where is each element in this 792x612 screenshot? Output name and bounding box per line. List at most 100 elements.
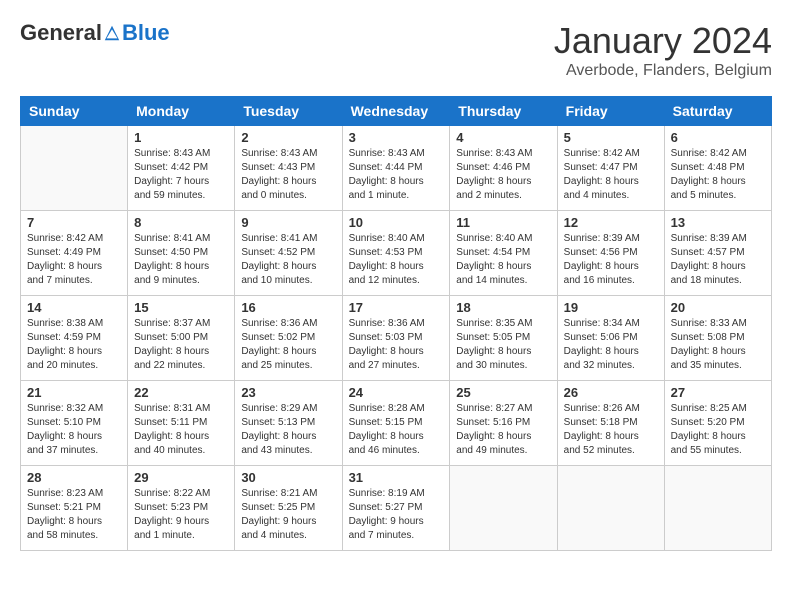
- calendar-cell: 3 Sunrise: 8:43 AM Sunset: 4:44 PM Daylig…: [342, 126, 450, 211]
- calendar-cell: [450, 466, 557, 551]
- day-number: 10: [349, 215, 444, 230]
- calendar-cell: 11 Sunrise: 8:40 AM Sunset: 4:54 PM Dayli…: [450, 211, 557, 296]
- logo-blue: Blue: [122, 20, 170, 46]
- day-info: Sunrise: 8:26 AM Sunset: 5:18 PM Dayligh…: [564, 402, 658, 458]
- week-row-1: 1Sunrise: 8:43 AM Sunset: 4:42 PM Daylig…: [21, 126, 772, 211]
- day-info: Sunrise: 8:34 AM Sunset: 5:06 PM Dayligh…: [564, 317, 658, 373]
- day-number: 6: [671, 130, 765, 145]
- day-info: Sunrise: 8:42 AM Sunset: 4:47 PM Dayligh…: [564, 147, 658, 203]
- calendar-cell: 5Sunrise: 8:42 AM Sunset: 4:47 PM Daylig…: [557, 126, 664, 211]
- day-number: 26: [564, 385, 658, 400]
- weekday-header-tuesday: Tuesday: [235, 97, 342, 126]
- calendar-cell: 2 Sunrise: 8:43 AM Sunset: 4:43 PM Daylig…: [235, 126, 342, 211]
- day-number: 27: [671, 385, 765, 400]
- day-info: Sunrise: 8:39 AM Sunset: 4:57 PM Dayligh…: [671, 232, 765, 288]
- day-number: 13: [671, 215, 765, 230]
- calendar-cell: 19 Sunrise: 8:34 AM Sunset: 5:06 PM Dayli…: [557, 296, 664, 381]
- day-number: 4: [456, 130, 550, 145]
- weekday-header-friday: Friday: [557, 97, 664, 126]
- day-info: Sunrise: 8:21 AM Sunset: 5:25 PM Dayligh…: [241, 487, 335, 543]
- day-number: 7: [27, 215, 121, 230]
- day-number: 21: [27, 385, 121, 400]
- calendar-cell: 28 Sunrise: 8:23 AM Sunset: 5:21 PM Dayli…: [21, 466, 128, 551]
- day-number: 2: [241, 130, 335, 145]
- day-number: 12: [564, 215, 658, 230]
- calendar-cell: [21, 126, 128, 211]
- weekday-header-sunday: Sunday: [21, 97, 128, 126]
- week-row-3: 14Sunrise: 8:38 AM Sunset: 4:59 PM Dayli…: [21, 296, 772, 381]
- day-info: Sunrise: 8:43 AM Sunset: 4:43 PM Dayligh…: [241, 147, 335, 203]
- calendar-cell: 24 Sunrise: 8:28 AM Sunset: 5:15 PM Dayli…: [342, 381, 450, 466]
- calendar-cell: 22Sunrise: 8:31 AM Sunset: 5:11 PM Dayli…: [128, 381, 235, 466]
- calendar-cell: [557, 466, 664, 551]
- calendar-cell: 27 Sunrise: 8:25 AM Sunset: 5:20 PM Dayli…: [664, 381, 771, 466]
- day-number: 25: [456, 385, 550, 400]
- week-row-4: 21 Sunrise: 8:32 AM Sunset: 5:10 PM Dayli…: [21, 381, 772, 466]
- day-number: 17: [349, 300, 444, 315]
- day-number: 11: [456, 215, 550, 230]
- calendar-cell: [664, 466, 771, 551]
- day-number: 28: [27, 470, 121, 485]
- day-info: Sunrise: 8:27 AM Sunset: 5:16 PM Dayligh…: [456, 402, 550, 458]
- day-info: Sunrise: 8:31 AM Sunset: 5:11 PM Dayligh…: [134, 402, 228, 458]
- day-number: 1: [134, 130, 228, 145]
- calendar-cell: 23 Sunrise: 8:29 AM Sunset: 5:13 PM Dayli…: [235, 381, 342, 466]
- calendar-cell: 20 Sunrise: 8:33 AM Sunset: 5:08 PM Dayli…: [664, 296, 771, 381]
- calendar-cell: 8Sunrise: 8:41 AM Sunset: 4:50 PM Daylig…: [128, 211, 235, 296]
- day-number: 15: [134, 300, 228, 315]
- day-number: 29: [134, 470, 228, 485]
- calendar-cell: 6 Sunrise: 8:42 AM Sunset: 4:48 PM Daylig…: [664, 126, 771, 211]
- calendar-cell: 30 Sunrise: 8:21 AM Sunset: 5:25 PM Dayli…: [235, 466, 342, 551]
- day-info: Sunrise: 8:40 AM Sunset: 4:53 PM Dayligh…: [349, 232, 444, 288]
- day-number: 24: [349, 385, 444, 400]
- calendar-cell: 14Sunrise: 8:38 AM Sunset: 4:59 PM Dayli…: [21, 296, 128, 381]
- calendar-cell: 1Sunrise: 8:43 AM Sunset: 4:42 PM Daylig…: [128, 126, 235, 211]
- day-info: Sunrise: 8:23 AM Sunset: 5:21 PM Dayligh…: [27, 487, 121, 543]
- weekday-header-wednesday: Wednesday: [342, 97, 450, 126]
- calendar-cell: 31Sunrise: 8:19 AM Sunset: 5:27 PM Dayli…: [342, 466, 450, 551]
- day-info: Sunrise: 8:32 AM Sunset: 5:10 PM Dayligh…: [27, 402, 121, 458]
- day-info: Sunrise: 8:43 AM Sunset: 4:46 PM Dayligh…: [456, 147, 550, 203]
- day-info: Sunrise: 8:41 AM Sunset: 4:50 PM Dayligh…: [134, 232, 228, 288]
- calendar-cell: 29 Sunrise: 8:22 AM Sunset: 5:23 PM Dayli…: [128, 466, 235, 551]
- day-info: Sunrise: 8:42 AM Sunset: 4:48 PM Dayligh…: [671, 147, 765, 203]
- week-row-5: 28 Sunrise: 8:23 AM Sunset: 5:21 PM Dayli…: [21, 466, 772, 551]
- logo-icon: [103, 24, 121, 42]
- day-number: 9: [241, 215, 335, 230]
- day-number: 19: [564, 300, 658, 315]
- month-title: January 2024: [554, 20, 772, 62]
- calendar-cell: 18Sunrise: 8:35 AM Sunset: 5:05 PM Dayli…: [450, 296, 557, 381]
- day-number: 31: [349, 470, 444, 485]
- calendar-cell: 10 Sunrise: 8:40 AM Sunset: 4:53 PM Dayli…: [342, 211, 450, 296]
- weekday-header-row: SundayMondayTuesdayWednesdayThursdayFrid…: [21, 97, 772, 126]
- location-subtitle: Averbode, Flanders, Belgium: [554, 62, 772, 80]
- day-number: 18: [456, 300, 550, 315]
- page-header: General Blue January 2024 Averbode, Flan…: [20, 20, 772, 80]
- calendar-cell: 15Sunrise: 8:37 AM Sunset: 5:00 PM Dayli…: [128, 296, 235, 381]
- day-number: 30: [241, 470, 335, 485]
- day-info: Sunrise: 8:22 AM Sunset: 5:23 PM Dayligh…: [134, 487, 228, 543]
- day-info: Sunrise: 8:29 AM Sunset: 5:13 PM Dayligh…: [241, 402, 335, 458]
- logo-general: General: [20, 20, 102, 46]
- day-info: Sunrise: 8:36 AM Sunset: 5:03 PM Dayligh…: [349, 317, 444, 373]
- calendar-table: SundayMondayTuesdayWednesdayThursdayFrid…: [20, 96, 772, 551]
- day-number: 20: [671, 300, 765, 315]
- calendar-cell: 26 Sunrise: 8:26 AM Sunset: 5:18 PM Dayli…: [557, 381, 664, 466]
- calendar-cell: 21 Sunrise: 8:32 AM Sunset: 5:10 PM Dayli…: [21, 381, 128, 466]
- title-block: January 2024 Averbode, Flanders, Belgium: [554, 20, 772, 80]
- day-number: 16: [241, 300, 335, 315]
- day-number: 14: [27, 300, 121, 315]
- day-info: Sunrise: 8:33 AM Sunset: 5:08 PM Dayligh…: [671, 317, 765, 373]
- calendar-cell: 17 Sunrise: 8:36 AM Sunset: 5:03 PM Dayli…: [342, 296, 450, 381]
- logo: General Blue: [20, 20, 170, 46]
- day-info: Sunrise: 8:43 AM Sunset: 4:44 PM Dayligh…: [349, 147, 444, 203]
- day-info: Sunrise: 8:25 AM Sunset: 5:20 PM Dayligh…: [671, 402, 765, 458]
- day-info: Sunrise: 8:39 AM Sunset: 4:56 PM Dayligh…: [564, 232, 658, 288]
- day-number: 3: [349, 130, 444, 145]
- day-info: Sunrise: 8:40 AM Sunset: 4:54 PM Dayligh…: [456, 232, 550, 288]
- day-info: Sunrise: 8:41 AM Sunset: 4:52 PM Dayligh…: [241, 232, 335, 288]
- calendar-cell: 12 Sunrise: 8:39 AM Sunset: 4:56 PM Dayli…: [557, 211, 664, 296]
- day-number: 23: [241, 385, 335, 400]
- day-info: Sunrise: 8:28 AM Sunset: 5:15 PM Dayligh…: [349, 402, 444, 458]
- weekday-header-saturday: Saturday: [664, 97, 771, 126]
